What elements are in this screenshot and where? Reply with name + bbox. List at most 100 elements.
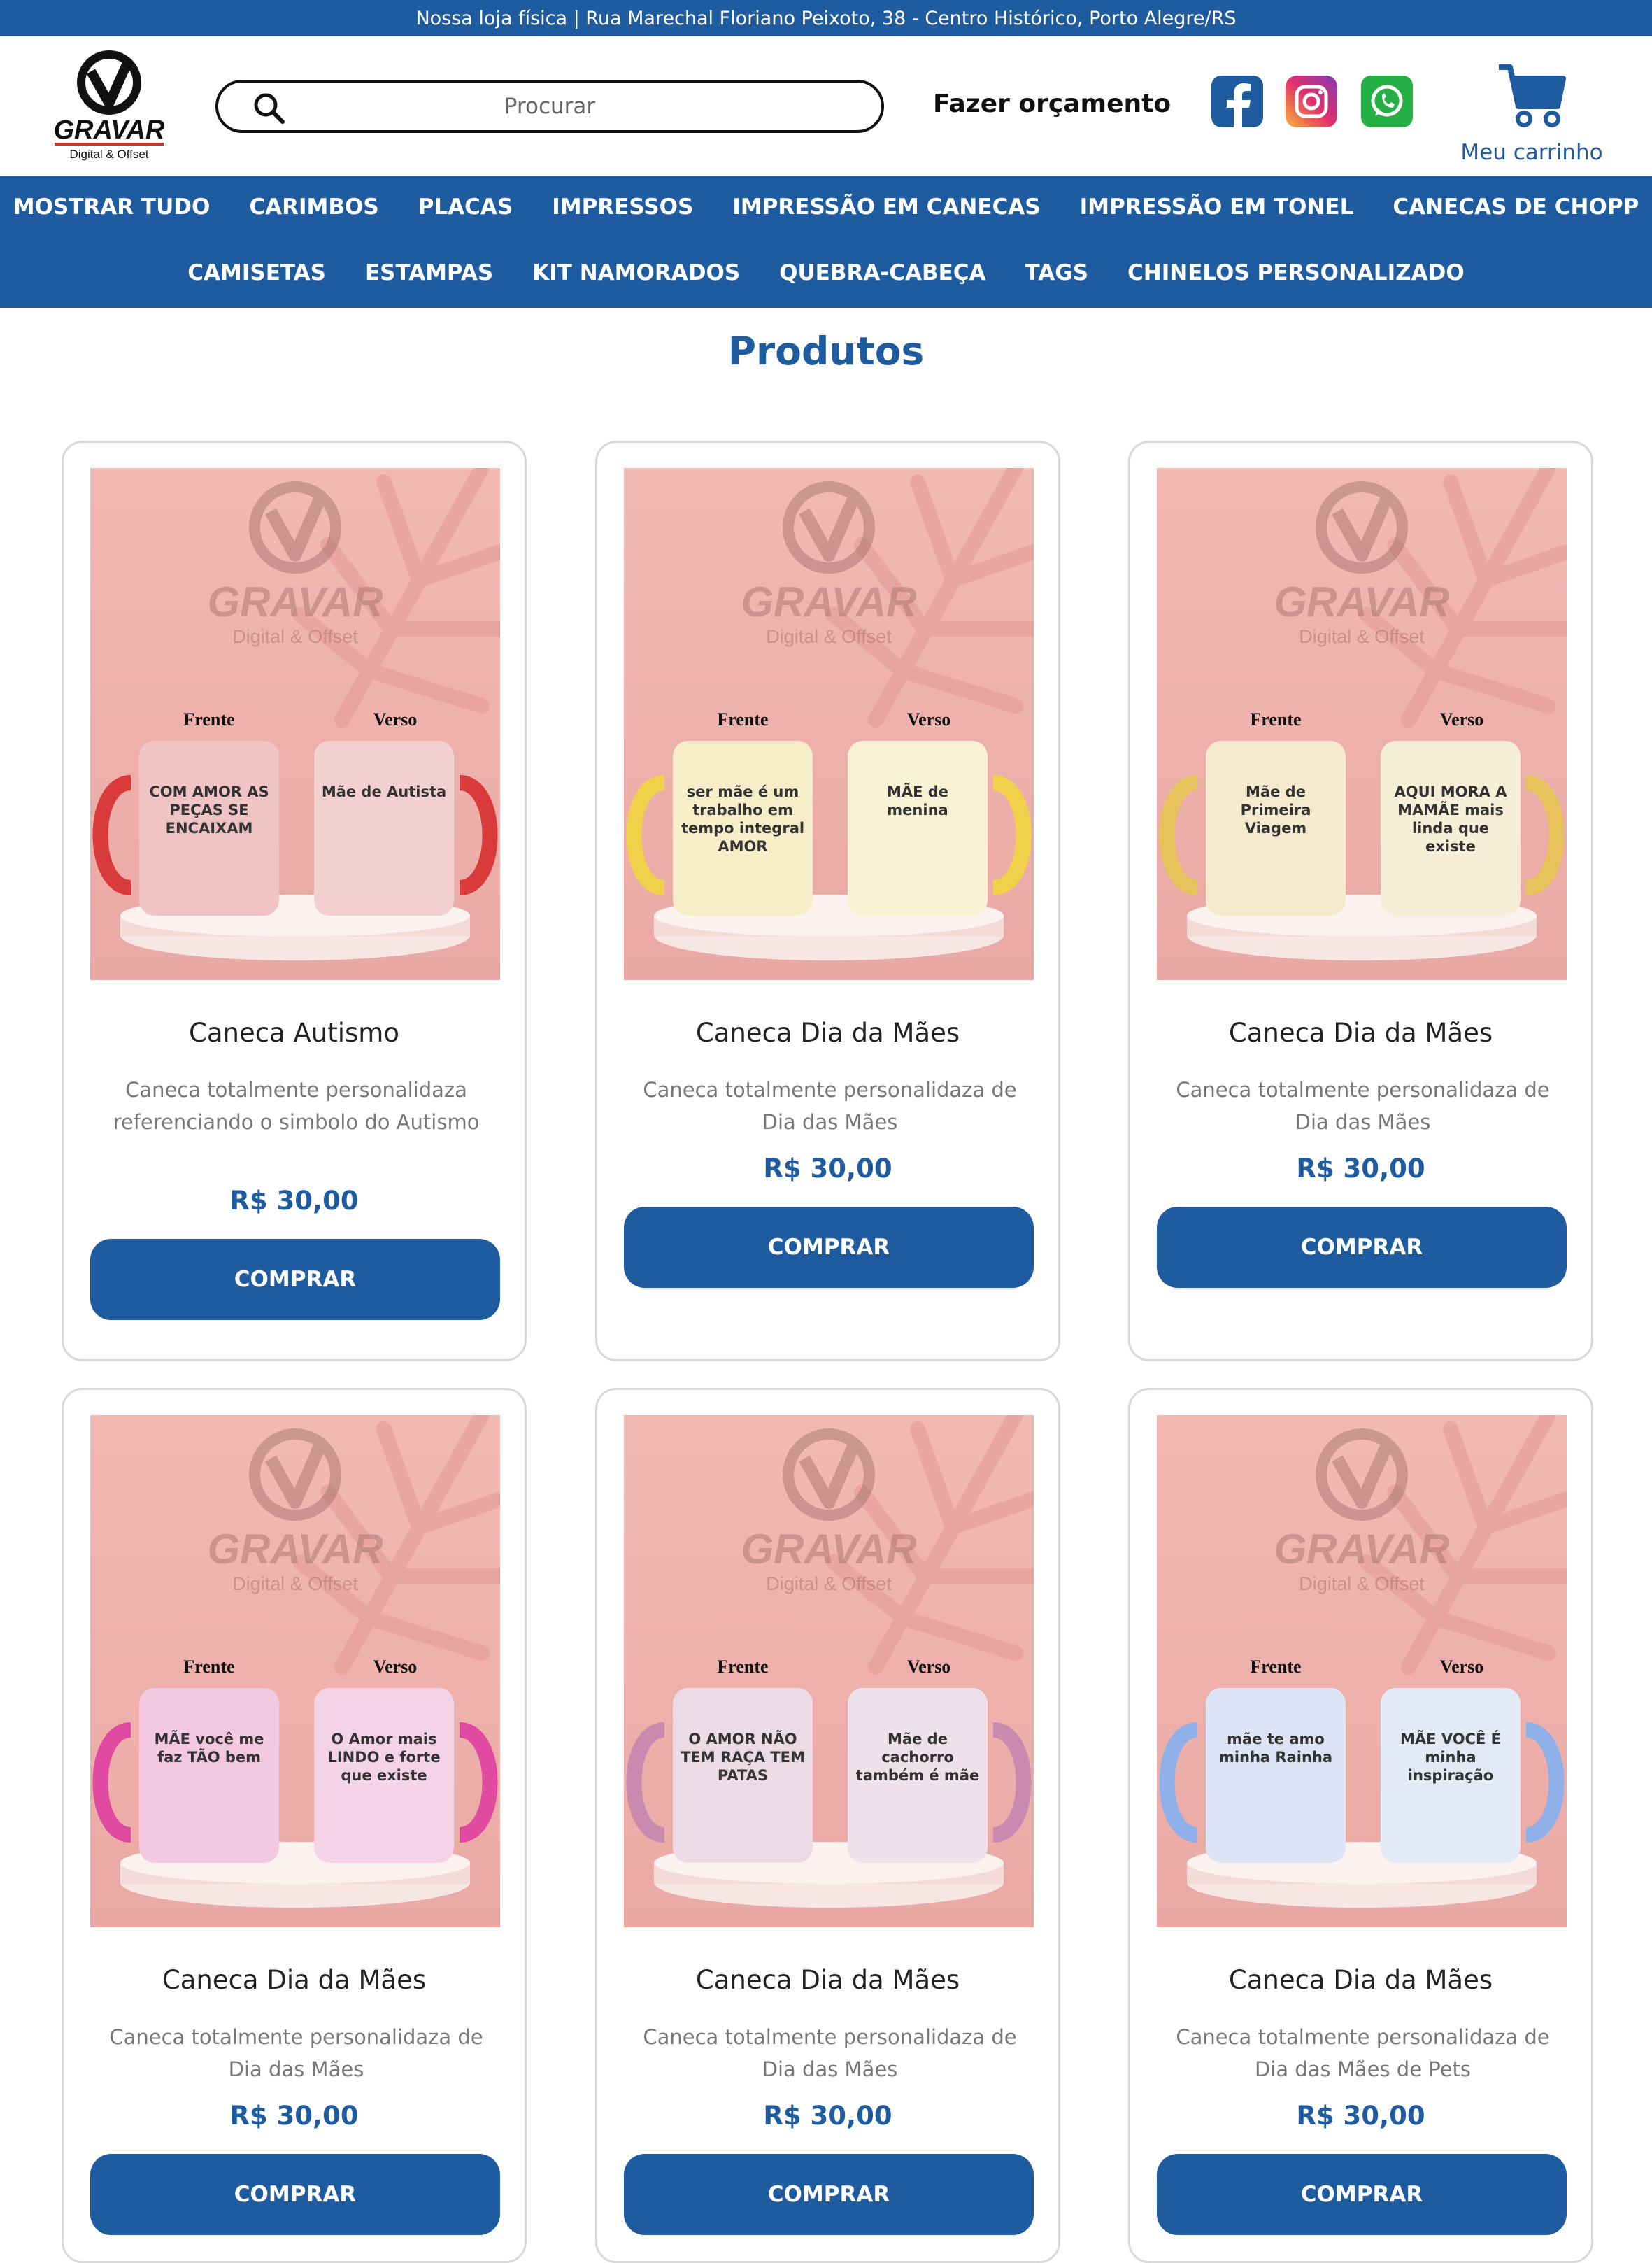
product-description: Caneca totalmente personalidaza de Dia d… xyxy=(643,2025,1017,2081)
logo-mark-icon: GRAVAR Digital & Offset xyxy=(53,50,165,161)
product-price: R$ 30,00 xyxy=(763,2101,892,2131)
product-description: Caneca totalmente personalidaza de Dia d… xyxy=(109,2025,483,2081)
nav-item-tags[interactable]: TAGS xyxy=(1025,260,1089,285)
gravar-logo[interactable]: GRAVAR Digital & Offset xyxy=(48,43,171,166)
nav-item-canecas-chopp[interactable]: CANECAS DE CHOPP xyxy=(1393,194,1639,220)
product-name[interactable]: Caneca Dia da Mães xyxy=(597,1018,1058,1048)
buy-button[interactable]: COMPRAR xyxy=(624,2154,1034,2235)
cart-icon xyxy=(1499,64,1566,127)
search-input[interactable]: Procurar xyxy=(218,94,881,119)
search-bar[interactable]: Procurar xyxy=(215,80,884,133)
front-label: Frente xyxy=(1250,709,1301,730)
product-description: Caneca totalmente personalidaza de Dia d… xyxy=(1176,1078,1550,1134)
product-card[interactable]: GRAVAR Digital & Offset Frente Verso xyxy=(1128,1388,1593,2263)
nav-item-placas[interactable]: PLACAS xyxy=(418,194,513,220)
front-label: Frente xyxy=(183,1657,234,1677)
product-name[interactable]: Caneca Dia da Mães xyxy=(64,1965,525,1995)
buy-button[interactable]: COMPRAR xyxy=(90,1239,500,1320)
watermark-tagline: Digital & Offset xyxy=(1299,1573,1425,1594)
product-description: Caneca totalmente personalidaza de Dia d… xyxy=(643,1078,1017,1134)
product-card[interactable]: GRAVAR Digital & Offset Frente Verso xyxy=(595,441,1060,1361)
back-label: Verso xyxy=(373,709,418,730)
back-label: Verso xyxy=(1440,709,1484,730)
buy-button[interactable]: COMPRAR xyxy=(1157,2154,1567,2235)
buy-button[interactable]: COMPRAR xyxy=(624,1207,1034,1288)
nav-item-chinelos[interactable]: CHINELOS PERSONALIZADO xyxy=(1127,260,1465,285)
nav-item-camisetas[interactable]: CAMISETAS xyxy=(187,260,326,285)
site-header: GRAVAR Digital & Offset Procurar Fazer o… xyxy=(0,36,1652,176)
product-card[interactable]: GRAVAR Digital & Offset Frente Verso xyxy=(595,1388,1060,2263)
watermark-name: GRAVAR xyxy=(207,579,383,625)
cart-label: Meu carrinho xyxy=(1460,140,1603,165)
category-nav: MOSTRAR TUDO CARIMBOS PLACAS IMPRESSOS I… xyxy=(0,176,1652,308)
front-label: Frente xyxy=(183,709,234,730)
back-label: Verso xyxy=(907,709,951,730)
watermark-name: GRAVAR xyxy=(1274,579,1449,625)
buy-button[interactable]: COMPRAR xyxy=(1157,1207,1567,1288)
front-label: Frente xyxy=(717,709,768,730)
watermark-name: GRAVAR xyxy=(741,1526,916,1573)
watermark-name: GRAVAR xyxy=(1274,1526,1449,1573)
nav-item-quebra-cabeca[interactable]: QUEBRA-CABEÇA xyxy=(779,260,985,285)
instagram-icon[interactable] xyxy=(1286,76,1337,127)
product-image[interactable]: GRAVAR Digital & Offset Frente Verso xyxy=(90,468,500,980)
mug-back-text: MÃE de menina xyxy=(886,783,949,818)
product-image[interactable]: GRAVAR Digital & Offset Frente Verso xyxy=(1157,1415,1567,1927)
back-label: Verso xyxy=(907,1657,951,1677)
quote-link[interactable]: Fazer orçamento xyxy=(933,90,1171,118)
product-name[interactable]: Caneca Dia da Mães xyxy=(597,1965,1058,1995)
watermark-tagline: Digital & Offset xyxy=(232,626,358,647)
nav-item-kit-namorados[interactable]: KIT NAMORADOS xyxy=(532,260,740,285)
mug-front-text: O AMOR NÃO TEM RAÇA TEM PATAS xyxy=(681,1731,805,1784)
watermark-tagline: Digital & Offset xyxy=(766,1573,892,1594)
nav-item-impressao-canecas[interactable]: IMPRESSÃO EM CANECAS xyxy=(732,194,1040,220)
logo-name: GRAVAR xyxy=(53,115,165,145)
watermark-tagline: Digital & Offset xyxy=(1299,626,1425,647)
watermark-name: GRAVAR xyxy=(207,1526,383,1573)
cart-button[interactable]: Meu carrinho xyxy=(1458,57,1605,165)
store-address-bar: Nossa loja física | Rua Marechal Florian… xyxy=(0,0,1652,36)
mug-back-text: MÃE VOCÊ É minha inspiração xyxy=(1400,1731,1501,1784)
product-image[interactable]: GRAVAR Digital & Offset Frente Verso xyxy=(624,1415,1034,1927)
product-description: Caneca totalmente personalidaza referenc… xyxy=(113,1078,480,1134)
mug-front-text: mãe te amo minha Rainha xyxy=(1218,1731,1333,1766)
mug-back-text: AQUI MORA A MAMÃE mais linda que existe xyxy=(1394,783,1507,855)
product-name[interactable]: Caneca Dia da Mães xyxy=(1130,1965,1591,1995)
mug-back-text: Mãe de Autista xyxy=(321,783,447,800)
category-nav-row-1: MOSTRAR TUDO CARIMBOS PLACAS IMPRESSOS I… xyxy=(0,194,1652,220)
product-price: R$ 30,00 xyxy=(1296,2101,1425,2131)
page-title: Produtos xyxy=(727,329,925,374)
mug-front-text: COM AMOR AS PEÇAS SE ENCAIXAM xyxy=(149,783,269,837)
nav-item-carimbos[interactable]: CARIMBOS xyxy=(249,194,378,220)
facebook-icon[interactable] xyxy=(1211,76,1263,127)
nav-item-mostrar-tudo[interactable]: MOSTRAR TUDO xyxy=(13,194,211,220)
nav-item-impressos[interactable]: IMPRESSOS xyxy=(552,194,693,220)
product-card[interactable]: GRAVAR Digital & Offset Frente Verso xyxy=(1128,441,1593,1361)
buy-button[interactable]: COMPRAR xyxy=(90,2154,500,2235)
product-card[interactable]: GRAVAR Digital & Offset Frente Verso xyxy=(62,1388,527,2263)
product-image[interactable]: GRAVAR Digital & Offset Frente Verso xyxy=(624,468,1034,980)
product-name[interactable]: Caneca Dia da Mães xyxy=(1130,1018,1591,1048)
product-description: Caneca totalmente personalidaza de Dia d… xyxy=(1176,2025,1550,2081)
mug-front-text: ser mãe é um trabalho em tempo integral … xyxy=(681,783,805,855)
mug-back-text: O Amor mais LINDO e forte que existe xyxy=(327,1731,441,1784)
product-price: R$ 30,00 xyxy=(229,2101,359,2131)
front-label: Frente xyxy=(717,1657,768,1677)
back-label: Verso xyxy=(373,1657,418,1677)
front-label: Frente xyxy=(1250,1657,1301,1677)
product-name[interactable]: Caneca Autismo xyxy=(64,1018,525,1048)
product-image[interactable]: GRAVAR Digital & Offset Frente Verso xyxy=(1157,468,1567,980)
product-price: R$ 30,00 xyxy=(229,1186,359,1216)
nav-item-estampas[interactable]: ESTAMPAS xyxy=(365,260,493,285)
whatsapp-icon[interactable] xyxy=(1361,76,1413,127)
product-card[interactable]: GRAVAR Digital & Offset Frente Verso xyxy=(62,441,527,1361)
watermark-name: GRAVAR xyxy=(741,579,916,625)
store-address-text: Nossa loja física | Rua Marechal Florian… xyxy=(415,7,1237,29)
back-label: Verso xyxy=(1440,1657,1484,1677)
product-image[interactable]: GRAVAR Digital & Offset Frente Verso xyxy=(90,1415,500,1927)
watermark-tagline: Digital & Offset xyxy=(766,626,892,647)
logo-tagline: Digital & Offset xyxy=(69,148,148,161)
mug-front-text: MÃE você me faz TÃO bem xyxy=(154,1731,264,1766)
nav-item-impressao-tonel[interactable]: IMPRESSÃO EM TONEL xyxy=(1080,194,1354,220)
watermark-tagline: Digital & Offset xyxy=(232,1573,358,1594)
